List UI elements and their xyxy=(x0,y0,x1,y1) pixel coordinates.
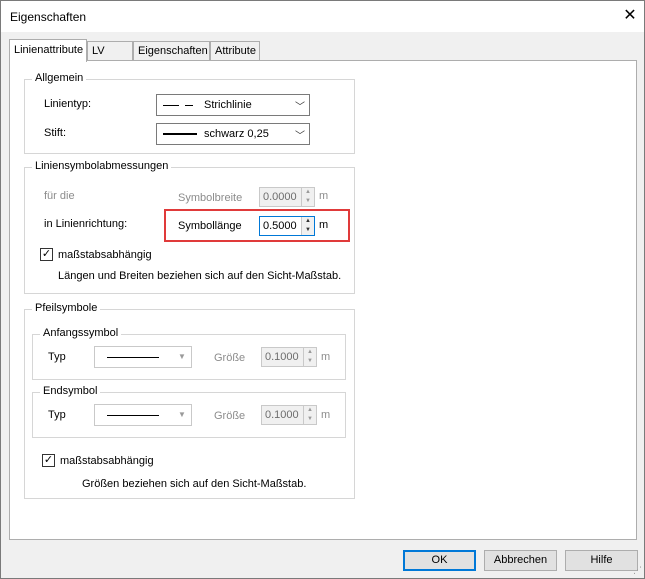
anfang-groesse-value: 0.1000 xyxy=(265,351,299,363)
dash-sample-icon xyxy=(163,105,179,106)
end-typ-select[interactable]: ▼ xyxy=(94,404,192,426)
dropdown-arrow-icon: ▼ xyxy=(178,410,186,419)
group-pfeilsymbole-legend: Pfeilsymbole xyxy=(32,302,101,314)
tab-strip: Linienattribute LV Eigenschaften Attribu… xyxy=(9,39,629,62)
group-endsymbol: Endsymbol Typ ▼ Größe 0.1000 ▲ ▼ m xyxy=(32,385,346,438)
fuer-die-label: für die xyxy=(44,190,75,202)
symbolbreite-label: Symbolbreite xyxy=(178,192,243,204)
abbrechen-button[interactable]: Abbrechen xyxy=(484,550,557,571)
symbolbreite-spinner[interactable]: 0.0000 ▲ ▼ xyxy=(259,187,315,207)
spin-down-icon[interactable]: ▼ xyxy=(302,226,314,235)
line-sample-icon xyxy=(163,133,197,135)
anfang-typ-select[interactable]: ▼ xyxy=(94,346,192,368)
end-groesse-label: Größe xyxy=(214,410,246,422)
anfang-groesse-label: Größe xyxy=(214,352,246,364)
title-bar: Eigenschaften ✕ xyxy=(1,1,644,32)
spin-down-icon[interactable]: ▼ xyxy=(304,415,316,424)
spin-down-icon[interactable]: ▼ xyxy=(304,357,316,366)
spin-up-icon[interactable]: ▲ xyxy=(304,406,316,415)
symbolbreite-unit: m xyxy=(319,190,329,202)
linientyp-select[interactable]: Strichlinie ﹀ xyxy=(156,94,310,116)
linientyp-label: Linientyp: xyxy=(44,98,92,110)
group-allgemein-legend: Allgemein xyxy=(32,72,87,84)
line-sample-icon xyxy=(107,415,159,416)
symbollaenge-spinner[interactable]: 0.5000 ▲ ▼ xyxy=(259,216,315,236)
pfeilsymbole-hint: Größen beziehen sich auf den Sicht-Maßst… xyxy=(82,478,307,490)
group-allgemein: Allgemein Linientyp: Strichlinie ﹀ Stift… xyxy=(24,72,355,154)
window-title: Eigenschaften xyxy=(10,10,87,24)
check-icon: ✓ xyxy=(43,454,54,466)
end-unit: m xyxy=(321,409,331,421)
end-spin-buttons[interactable]: ▲ ▼ xyxy=(303,406,316,424)
spin-up-icon[interactable]: ▲ xyxy=(302,217,314,226)
symbolbreite-spin-buttons[interactable]: ▲ ▼ xyxy=(301,188,314,206)
anfang-typ-label: Typ xyxy=(48,351,66,363)
spin-down-icon[interactable]: ▼ xyxy=(302,197,314,206)
in-linienrichtung-label: in Linienrichtung: xyxy=(44,218,128,230)
spin-up-icon[interactable]: ▲ xyxy=(302,188,314,197)
stift-select[interactable]: schwarz 0,25 ﹀ xyxy=(156,123,310,145)
symbollaenge-unit: m xyxy=(319,219,329,231)
massstab-label-1: maßstabsabhängig xyxy=(58,249,152,261)
massstab-checkbox-2[interactable]: ✓ xyxy=(42,454,55,467)
close-icon[interactable]: ✕ xyxy=(620,6,640,26)
anfang-unit: m xyxy=(321,351,331,363)
group-liniensymbol-legend: Liniensymbolabmessungen xyxy=(32,160,172,172)
tab-attribute[interactable]: Attribute xyxy=(210,41,260,61)
group-liniensymbol: Liniensymbolabmessungen für die Symbolbr… xyxy=(24,160,355,294)
symbollaenge-spin-buttons[interactable]: ▲ ▼ xyxy=(301,217,314,235)
properties-dialog: Eigenschaften ✕ Linienattribute LV Eigen… xyxy=(0,0,645,579)
resize-grip-icon[interactable]: ⋰ xyxy=(633,565,642,576)
liniensymbol-hint: Längen und Breiten beziehen sich auf den… xyxy=(58,270,342,282)
symbollaenge-value: 0.5000 xyxy=(263,220,297,232)
check-icon: ✓ xyxy=(41,248,52,260)
symbolbreite-value: 0.0000 xyxy=(263,191,297,203)
group-anfangssymbol: Anfangssymbol Typ ▼ Größe 0.1000 ▲ ▼ m xyxy=(32,327,346,380)
line-sample-icon xyxy=(107,357,159,358)
endsymbol-legend: Endsymbol xyxy=(40,385,101,397)
end-groesse-value: 0.1000 xyxy=(265,409,299,421)
end-typ-label: Typ xyxy=(48,409,66,421)
tab-linienattribute[interactable]: Linienattribute xyxy=(9,39,87,62)
stift-label: Stift: xyxy=(44,127,67,139)
linientyp-value: Strichlinie xyxy=(204,99,252,111)
dash-sample-icon-2 xyxy=(185,105,193,106)
tab-panel: Allgemein Linientyp: Strichlinie ﹀ Stift… xyxy=(9,60,637,540)
chevron-down-icon: ﹀ xyxy=(295,131,305,142)
anfang-groesse-spinner[interactable]: 0.1000 ▲ ▼ xyxy=(261,347,317,367)
hilfe-button[interactable]: Hilfe xyxy=(565,550,638,571)
massstab-checkbox-1[interactable]: ✓ xyxy=(40,248,53,261)
group-pfeilsymbole: Pfeilsymbole Anfangssymbol Typ ▼ Größe 0… xyxy=(24,302,355,499)
tab-eigenschaften[interactable]: Eigenschaften xyxy=(133,41,210,61)
anfang-spin-buttons[interactable]: ▲ ▼ xyxy=(303,348,316,366)
massstab-label-2: maßstabsabhängig xyxy=(60,455,154,467)
ok-button[interactable]: OK xyxy=(403,550,476,571)
dropdown-arrow-icon: ▼ xyxy=(178,352,186,361)
stift-value: schwarz 0,25 xyxy=(204,128,269,140)
anfangssymbol-legend: Anfangssymbol xyxy=(40,327,122,339)
symbollaenge-label: Symbollänge xyxy=(178,220,242,232)
chevron-down-icon: ﹀ xyxy=(295,102,305,113)
end-groesse-spinner[interactable]: 0.1000 ▲ ▼ xyxy=(261,405,317,425)
spin-up-icon[interactable]: ▲ xyxy=(304,348,316,357)
tab-lv[interactable]: LV xyxy=(87,41,133,61)
